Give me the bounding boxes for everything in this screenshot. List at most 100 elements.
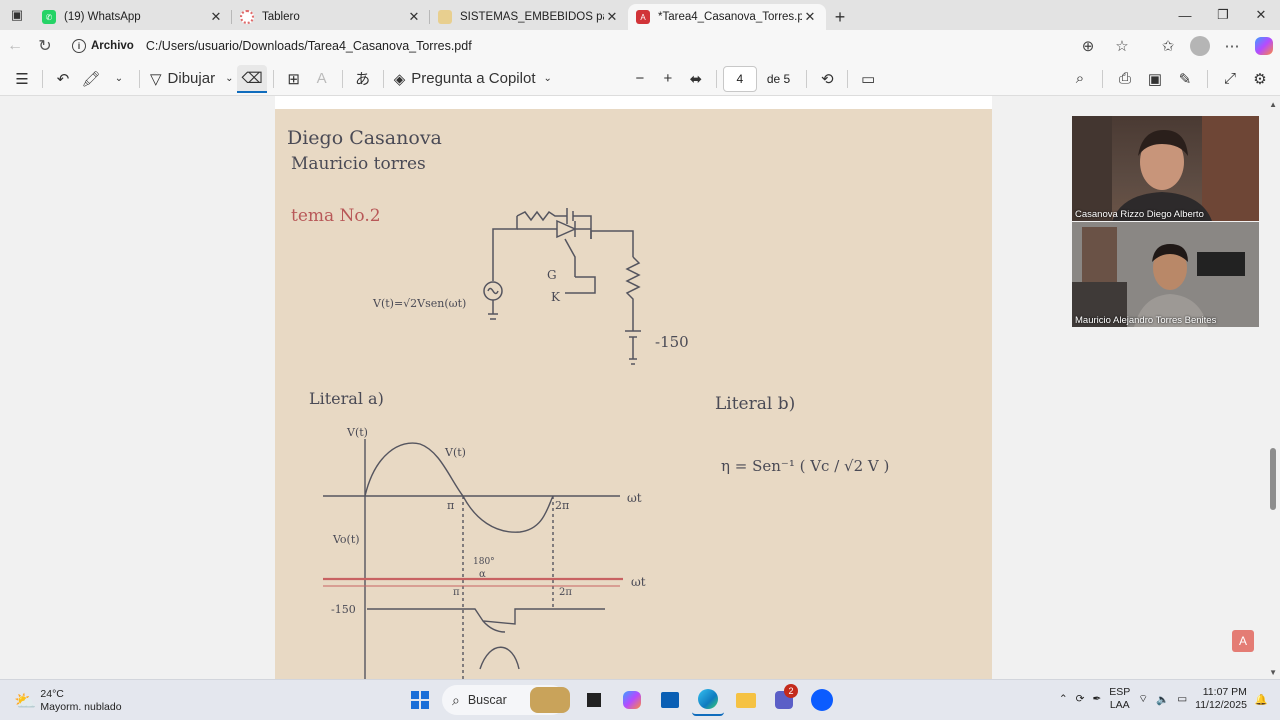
language-indicator[interactable]: ESP LAA	[1109, 686, 1130, 712]
pdf-viewport[interactable]: Diego Casanova Mauricio torres tema No.2…	[0, 96, 1280, 679]
back-icon[interactable]: ←	[0, 32, 30, 60]
copilot-button[interactable]: ◈ Pregunta a Copilot ⌄	[390, 65, 556, 93]
close-tab-icon[interactable]: ✕	[802, 9, 818, 25]
clock-time: 11:07 PM	[1202, 686, 1247, 698]
system-tray: ⌃ ⟳ ✒ ESP LAA ⌔ 🔈 ▭ 11:07 PM 11/12/2025 …	[1059, 686, 1268, 712]
fullscreen-icon[interactable]: ⤢	[1216, 65, 1244, 93]
contents-icon[interactable]: ☰	[8, 65, 36, 93]
refresh-icon[interactable]: ↻	[30, 32, 60, 60]
search-icon[interactable]: ⌕	[1066, 65, 1094, 93]
address-bar[interactable]: i Archivo C:/Users/usuario/Downloads/Tar…	[64, 33, 1144, 59]
tab-pdf[interactable]: A *Tarea4_Casanova_Torres.pdf ✕	[628, 4, 826, 30]
page-view-icon[interactable]: ▭	[854, 65, 882, 93]
print-icon[interactable]: ⎙	[1111, 65, 1139, 93]
chevron-up-icon[interactable]: ⌃	[1059, 693, 1068, 705]
address-url[interactable]: C:/Users/usuario/Downloads/Tarea4_Casano…	[146, 39, 472, 53]
wifi-icon[interactable]: ⌔	[1138, 692, 1148, 706]
scroll-down-icon[interactable]: ▼	[1269, 668, 1277, 677]
two-pi-tick: 2π	[555, 499, 569, 512]
settings-gear-icon[interactable]: ⚙	[1246, 65, 1274, 93]
tab-title: (19) WhatsApp	[64, 11, 141, 23]
tab-actions-icon[interactable]: ▣	[0, 0, 34, 30]
participant-video-1	[1072, 116, 1259, 221]
copilot-label: Pregunta a Copilot	[411, 70, 536, 87]
maximize-icon[interactable]: ❐	[1204, 0, 1242, 30]
task-view-icon[interactable]	[578, 684, 610, 716]
favorites-icon[interactable]: ✩	[1154, 32, 1182, 60]
clock[interactable]: 11:07 PM 11/12/2025	[1195, 686, 1247, 712]
sync-icon[interactable]: ⟳	[1076, 693, 1085, 705]
close-tab-icon[interactable]: ✕	[406, 9, 422, 25]
lang-primary: ESP	[1109, 686, 1131, 698]
favorite-star-icon[interactable]: ☆	[1108, 32, 1136, 60]
minimize-icon[interactable]: —	[1166, 0, 1204, 30]
zoom-in-icon[interactable]: +	[654, 65, 682, 93]
new-tab-button[interactable]: +	[826, 4, 854, 30]
read-aloud-icon[interactable]: A	[308, 65, 336, 93]
copilot-icon[interactable]	[1250, 32, 1278, 60]
zoom-out-icon[interactable]: −	[626, 65, 654, 93]
search-icon: ⌕	[452, 691, 460, 708]
close-tab-icon[interactable]: ✕	[208, 9, 224, 25]
undo-icon[interactable]: ↶	[49, 65, 77, 93]
copilot-app-icon[interactable]	[616, 684, 648, 716]
weather-widget[interactable]: ⛅ 24°C Mayorm. nublado	[14, 688, 122, 714]
video-tile-mauricio[interactable]: Mauricio Alejandro Torres Benites	[1072, 222, 1259, 327]
zoom-app-icon[interactable]	[806, 684, 838, 716]
vertical-scrollbar[interactable]: ▲ ▼	[1266, 96, 1280, 679]
thyristor-circuit	[483, 208, 641, 365]
whatsapp-icon: ✆	[42, 10, 56, 24]
search-label: Buscar	[467, 693, 507, 707]
lang-secondary: LAA	[1109, 699, 1130, 711]
draw-button[interactable]: ▽ Dibujar ⌄	[146, 65, 237, 93]
edge-icon[interactable]	[692, 684, 724, 716]
taskbar: ⛅ 24°C Mayorm. nublado ⌕ Buscar 2 ⌃ ⟳ ✒ …	[0, 679, 1280, 720]
search-highlight-icon	[530, 687, 570, 713]
notifications-icon[interactable]: 🔔	[1255, 693, 1268, 706]
fit-width-icon[interactable]: ⬌	[682, 65, 710, 93]
literal-a-heading: Literal a)	[309, 389, 384, 408]
close-window-icon[interactable]: ✕	[1242, 0, 1280, 30]
zoom-icon[interactable]: ⊕	[1074, 32, 1102, 60]
save-icon[interactable]: ▣	[1141, 65, 1169, 93]
rotate-icon[interactable]: ⟲	[813, 65, 841, 93]
battery-icon[interactable]: ▭	[1177, 693, 1187, 705]
toolbar-separator	[1102, 69, 1103, 88]
scroll-up-icon[interactable]: ▲	[1269, 100, 1277, 109]
author-name-1: Diego Casanova	[287, 127, 442, 149]
tab-whatsapp[interactable]: ✆ (19) WhatsApp ✕	[34, 4, 232, 30]
tab-sistemas-embebidos[interactable]: SISTEMAS_EMBEBIDOS pao 2 202 ✕	[430, 4, 628, 30]
video-tile-diego[interactable]: Casanova Rizzo Diego Alberto	[1072, 116, 1259, 221]
highlight-icon[interactable]: 🖍	[77, 65, 105, 93]
pi-tick-2: π	[453, 587, 460, 598]
translate-icon[interactable]: あ	[349, 65, 377, 93]
toolbar-separator	[847, 69, 849, 88]
more-menu-icon[interactable]: ⋯	[1218, 32, 1246, 60]
close-tab-icon[interactable]: ✕	[604, 9, 620, 25]
tab-tablero[interactable]: Tablero ✕	[232, 4, 430, 30]
pen-icon[interactable]: ✒	[1092, 693, 1101, 705]
volume-icon[interactable]: 🔈	[1156, 693, 1169, 706]
info-icon[interactable]: i	[72, 39, 86, 53]
toolbar-separator	[341, 69, 343, 88]
eraser-button[interactable]: ⌫	[237, 64, 267, 93]
text-box-icon[interactable]: ⊞	[280, 65, 308, 93]
teams-icon[interactable]: 2	[768, 684, 800, 716]
acrobat-icon[interactable]: A	[1232, 630, 1254, 652]
tab-title: SISTEMAS_EMBEBIDOS pao 2 202	[460, 11, 604, 23]
store-icon[interactable]	[654, 684, 686, 716]
file-explorer-icon[interactable]	[730, 684, 762, 716]
page-total: de 5	[766, 71, 791, 86]
weather-temp: 24°C	[40, 688, 64, 700]
chevron-down-icon[interactable]: ⌄	[105, 65, 133, 93]
weather-desc: Mayorm. nublado	[40, 701, 122, 713]
handwritten-sheet: Diego Casanova Mauricio torres tema No.2…	[287, 127, 889, 679]
windows-start-icon[interactable]	[404, 684, 436, 716]
chevron-down-icon: ⌄	[225, 73, 234, 84]
profile-avatar[interactable]	[1186, 32, 1214, 60]
pi-tick: π	[447, 499, 454, 512]
save-as-icon[interactable]: ✎	[1171, 65, 1199, 93]
page-number-input[interactable]: 4	[722, 65, 757, 92]
taskbar-search[interactable]: ⌕ Buscar	[442, 685, 570, 715]
scroll-thumb[interactable]	[1270, 448, 1276, 510]
